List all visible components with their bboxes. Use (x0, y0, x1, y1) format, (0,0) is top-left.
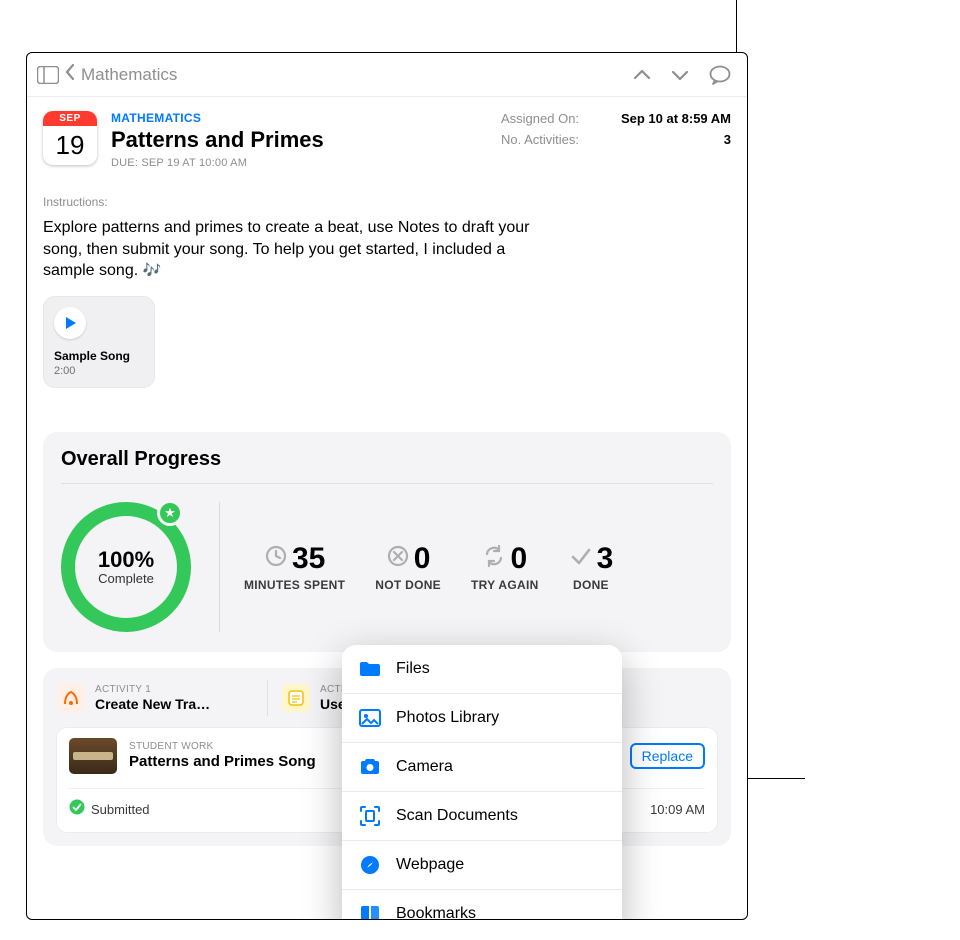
music-notes-glyph: 🎶 (143, 262, 162, 279)
chat-icon[interactable] (709, 65, 731, 85)
stat-tryagain-label: TRY AGAIN (471, 578, 539, 592)
stat-done: 3 DONE (569, 542, 614, 592)
instructions-label: Instructions: (43, 195, 731, 209)
stat-notdone-label: NOT DONE (375, 578, 441, 592)
back-chevron-icon[interactable] (65, 63, 75, 86)
progress-sublabel: Complete (98, 571, 154, 586)
activity-1-title: Create New Tra… (95, 696, 210, 712)
callout-line (736, 0, 737, 52)
progress-stats: 35 MINUTES SPENT 0 NOT DONE (240, 542, 713, 592)
progress-card: Overall Progress 100% Complete ★ 35 (43, 432, 731, 652)
subject-label: MATHEMATICS (111, 111, 324, 125)
menu-item-camera-label: Camera (396, 758, 453, 776)
assigned-on-label: Assigned On: (501, 111, 579, 126)
replace-button[interactable]: Replace (630, 743, 705, 769)
menu-item-photos-label: Photos Library (396, 709, 499, 727)
instructions-text-span: Explore patterns and primes to create a … (43, 219, 529, 279)
calendar-month: SEP (43, 111, 97, 126)
attachment-card[interactable]: Sample Song 2:00 (43, 296, 155, 388)
menu-item-photos[interactable]: Photos Library (342, 693, 622, 742)
clock-icon (264, 544, 288, 573)
stat-tryagain: 0 TRY AGAIN (471, 542, 539, 592)
star-badge-icon: ★ (157, 500, 183, 526)
menu-item-webpage[interactable]: Webpage (342, 840, 622, 889)
calendar-icon: SEP 19 (43, 111, 97, 165)
activities-count-label: No. Activities: (501, 132, 579, 147)
notdone-icon (386, 544, 410, 573)
scan-icon (358, 804, 382, 828)
progress-title: Overall Progress (61, 448, 713, 484)
work-thumbnail (69, 738, 117, 774)
due-label: DUE: SEP 19 AT 10:00 AM (111, 157, 324, 169)
sidebar-toggle-icon[interactable] (37, 66, 59, 84)
calendar-day: 19 (43, 126, 97, 165)
app-window: Mathematics SEP 19 MATHEMATICS (26, 52, 748, 920)
navbar: Mathematics (27, 53, 747, 97)
nav-up-icon[interactable] (633, 69, 651, 81)
progress-percent: 100% (98, 547, 154, 573)
stat-tryagain-value: 0 (510, 542, 527, 576)
compass-icon (358, 853, 382, 877)
progress-ring: 100% Complete ★ (61, 502, 191, 632)
instructions-text: Explore patterns and primes to create a … (43, 217, 533, 282)
nav-down-icon[interactable] (671, 69, 689, 81)
stat-done-label: DONE (569, 578, 614, 592)
notes-icon (282, 684, 310, 712)
activities-count-value: 3 (724, 132, 731, 147)
bookmarks-icon (358, 902, 382, 920)
photo-icon (358, 706, 382, 730)
student-work-title: Patterns and Primes Song (129, 753, 316, 770)
assignment-meta: Assigned On: Sep 10 at 8:59 AM No. Activ… (501, 111, 731, 169)
stat-minutes: 35 MINUTES SPENT (244, 542, 345, 592)
checkmark-icon (569, 544, 593, 573)
stat-done-value: 3 (597, 542, 614, 576)
stat-minutes-value: 35 (292, 542, 325, 576)
camera-icon (358, 755, 382, 779)
submitted-time: 10:09 AM (650, 802, 705, 817)
play-icon[interactable] (54, 307, 86, 339)
menu-item-scan[interactable]: Scan Documents (342, 791, 622, 840)
attachment-duration: 2:00 (54, 365, 144, 377)
divider (219, 502, 220, 632)
attachment-title: Sample Song (54, 349, 144, 363)
menu-item-scan-label: Scan Documents (396, 807, 518, 825)
attachment-source-menu: Files Photos Library Camera Scan Documen… (342, 645, 622, 920)
student-work-label: STUDENT WORK (129, 741, 316, 752)
menu-item-files-label: Files (396, 660, 430, 678)
menu-item-camera[interactable]: Camera (342, 742, 622, 791)
menu-item-webpage-label: Webpage (396, 856, 464, 874)
submitted-check-icon (69, 799, 85, 820)
folder-icon (358, 657, 382, 681)
back-button-label[interactable]: Mathematics (81, 65, 177, 85)
menu-item-files[interactable]: Files (342, 645, 622, 693)
stat-minutes-label: MINUTES SPENT (244, 578, 345, 592)
activity-1-label: ACTIVITY 1 (95, 684, 210, 695)
assignment-header: SEP 19 MATHEMATICS Patterns and Primes D… (43, 111, 731, 169)
assigned-on-value: Sep 10 at 8:59 AM (621, 111, 731, 126)
menu-item-bookmarks[interactable]: Bookmarks (342, 889, 622, 920)
submitted-label: Submitted (91, 802, 150, 817)
activity-1[interactable]: ACTIVITY 1 Create New Tra… (57, 680, 267, 716)
menu-item-bookmarks-label: Bookmarks (396, 905, 476, 920)
stat-notdone-value: 0 (414, 542, 431, 576)
retry-icon (482, 544, 506, 573)
assignment-title: Patterns and Primes (111, 127, 324, 153)
stat-notdone: 0 NOT DONE (375, 542, 441, 592)
garageband-icon (57, 684, 85, 712)
